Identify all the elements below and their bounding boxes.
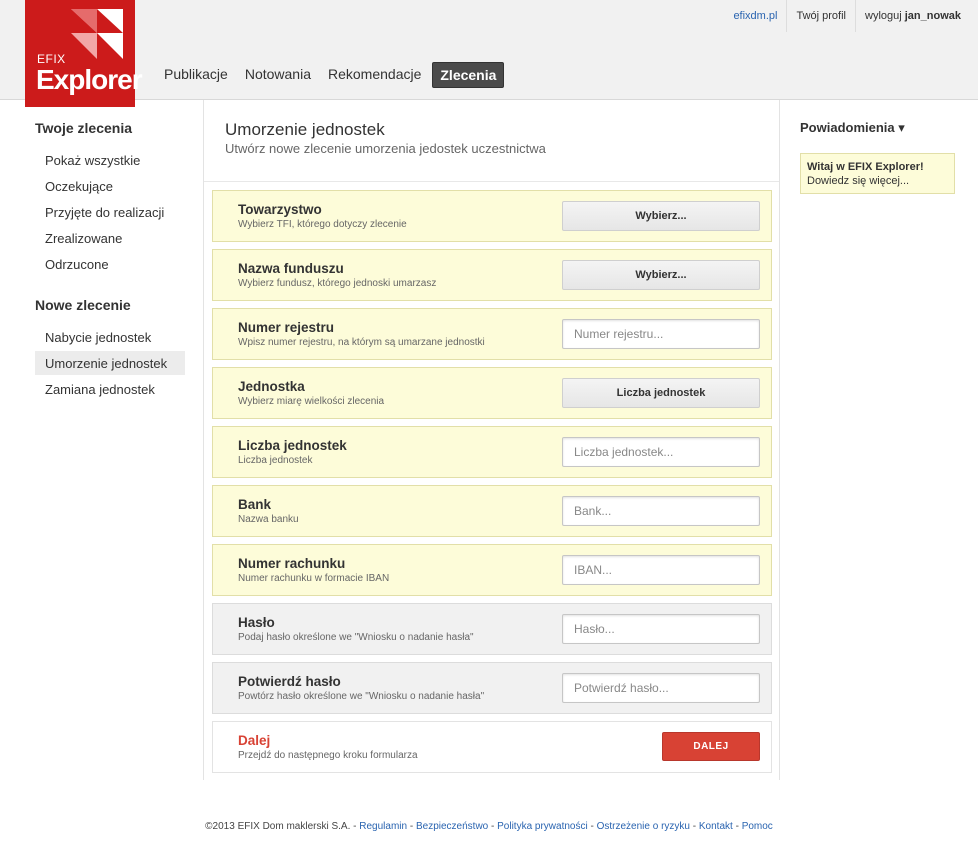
nav-publikacje[interactable]: Publikacje (158, 62, 234, 88)
choose-company-button[interactable]: Wybierz... (562, 201, 760, 231)
nav-zlecenia[interactable]: Zlecenia (432, 62, 505, 88)
sidebar-item-redemption[interactable]: Umorzenie jednostek (35, 351, 185, 375)
row-hint: Wybierz miarę wielkości zlecenia (238, 396, 385, 407)
sidebar-item-accepted[interactable]: Przyjęte do realizacji (35, 200, 185, 224)
notice-title: Witaj w EFIX Explorer! (807, 161, 924, 173)
next-label: Dalej (238, 733, 271, 748)
row-label: Nazwa funduszu (238, 261, 344, 276)
main-nav: Publikacje Notowania Rekomendacje Zlecen… (158, 62, 509, 88)
footer-link-security[interactable]: Bezpieczeństwo (416, 821, 488, 832)
sidebar-item-rejected[interactable]: Odrzucone (35, 252, 185, 276)
username: jan_nowak (904, 10, 961, 22)
footer-link-risk[interactable]: Ostrzeżenie o ryzyku (597, 821, 690, 832)
row-hint: Wybierz fundusz, którego jednoski umarza… (238, 278, 437, 289)
footer-link-privacy[interactable]: Polityka prywatności (497, 821, 588, 832)
row-hint: Nazwa banku (238, 514, 299, 525)
next-hint: Przejdź do następnego kroku formularza (238, 750, 418, 761)
sidebar-item-pending[interactable]: Oczekujące (35, 174, 185, 198)
sidebar-title-orders: Twoje zlecenia (35, 120, 132, 136)
page-subtitle: Utwórz nowe zlecenie umorzenia jedostek … (225, 141, 546, 156)
form-row-fund: Nazwa funduszu Wybierz fundusz, którego … (212, 249, 772, 301)
footer-copyright: ©2013 EFIX Dom maklerski S.A. (205, 821, 351, 832)
form-row-company: Towarzystwo Wybierz TFI, którego dotyczy… (212, 190, 772, 242)
form-row-password: Hasło Podaj hasło określone we "Wniosku … (212, 603, 772, 655)
row-label: Bank (238, 497, 272, 512)
footer-link-contact[interactable]: Kontakt (699, 821, 733, 832)
row-label: Numer rachunku (238, 556, 346, 571)
form-row-register: Numer rejestru Wpisz numer rejestru, na … (212, 308, 772, 360)
nav-notowania[interactable]: Notowania (239, 62, 317, 88)
password-confirm-input[interactable]: Potwierdź hasło... (562, 673, 760, 703)
form-row-units-count: Liczba jednostek Liczba jednostek Liczba… (212, 426, 772, 478)
password-input[interactable]: Hasło... (562, 614, 760, 644)
sidebar: Twoje zlecenia Pokaż wszystkie Oczekując… (35, 120, 185, 403)
row-hint: Numer rachunku w formacie IBAN (238, 573, 390, 584)
header: EFIX Explorer Publikacje Notowania Rekom… (0, 0, 978, 107)
page-title: Umorzenie jednostek (225, 120, 385, 139)
main-content: Umorzenie jednostek Utwórz nowe zlecenie… (203, 100, 780, 780)
sidebar-item-all[interactable]: Pokaż wszystkie (35, 148, 185, 172)
logout-link[interactable]: wyloguj jan_nowak (855, 0, 970, 32)
register-number-input[interactable]: Numer rejestru... (562, 319, 760, 349)
site-link[interactable]: efixdm.pl (724, 0, 786, 32)
triangles-logo-icon (71, 9, 123, 59)
row-hint: Podaj hasło określone we "Wniosku o nada… (238, 632, 474, 643)
row-label: Numer rejestru (238, 320, 335, 335)
efix-logo[interactable]: EFIX Explorer (25, 0, 143, 107)
brand-big: Explorer (36, 64, 143, 95)
profile-link[interactable]: Twój profil (786, 0, 855, 32)
form-row-bank: Bank Nazwa banku Bank... (212, 485, 772, 537)
notice-link[interactable]: Dowiedz się więcej... (807, 174, 948, 188)
nav-rekomendacje[interactable]: Rekomendacje (322, 62, 427, 88)
sidebar-item-completed[interactable]: Zrealizowane (35, 226, 185, 250)
sidebar-title-new-order: Nowe zlecenie (35, 297, 131, 313)
form-row-unit: Jednostka Wybierz miarę wielkości zlecen… (212, 367, 772, 419)
sidebar-item-purchase[interactable]: Nabycie jednostek (35, 325, 185, 349)
row-hint: Powtórz hasło określone we "Wniosku o na… (238, 691, 485, 702)
notifications-title[interactable]: Powiadomienia ▾ (800, 120, 955, 136)
logout-label: wyloguj (865, 10, 902, 22)
sidebar-item-exchange[interactable]: Zamiana jednostek (35, 377, 185, 401)
footer-link-terms[interactable]: Regulamin (359, 821, 407, 832)
unit-select-button[interactable]: Liczba jednostek (562, 378, 760, 408)
top-links: efixdm.pl Twój profil wyloguj jan_nowak (724, 0, 970, 32)
form-row-next: Dalej Przejdź do następnego kroku formul… (212, 721, 772, 773)
row-label: Liczba jednostek (238, 438, 347, 453)
footer-link-help[interactable]: Pomoc (742, 821, 773, 832)
next-button[interactable]: DALEJ (662, 732, 760, 761)
form-row-password-confirm: Potwierdź hasło Powtórz hasło określone … (212, 662, 772, 714)
iban-input[interactable]: IBAN... (562, 555, 760, 585)
row-hint: Wybierz TFI, którego dotyczy zlecenie (238, 219, 407, 230)
main-header: Umorzenie jednostek Utwórz nowe zlecenie… (204, 100, 779, 182)
units-count-input[interactable]: Liczba jednostek... (562, 437, 760, 467)
footer: ©2013 EFIX Dom maklerski S.A. - Regulami… (205, 821, 773, 832)
row-label: Potwierdź hasło (238, 674, 341, 689)
bank-input[interactable]: Bank... (562, 496, 760, 526)
choose-fund-button[interactable]: Wybierz... (562, 260, 760, 290)
row-label: Jednostka (238, 379, 305, 394)
row-label: Towarzystwo (238, 202, 322, 217)
form-row-account: Numer rachunku Numer rachunku w formacie… (212, 544, 772, 596)
welcome-notice: Witaj w EFIX Explorer! Dowiedz się więce… (800, 153, 955, 194)
notifications-panel: Powiadomienia ▾ Witaj w EFIX Explorer! D… (800, 120, 955, 194)
row-hint: Liczba jednostek (238, 455, 313, 466)
row-label: Hasło (238, 615, 275, 630)
row-hint: Wpisz numer rejestru, na którym są umarz… (238, 337, 485, 348)
